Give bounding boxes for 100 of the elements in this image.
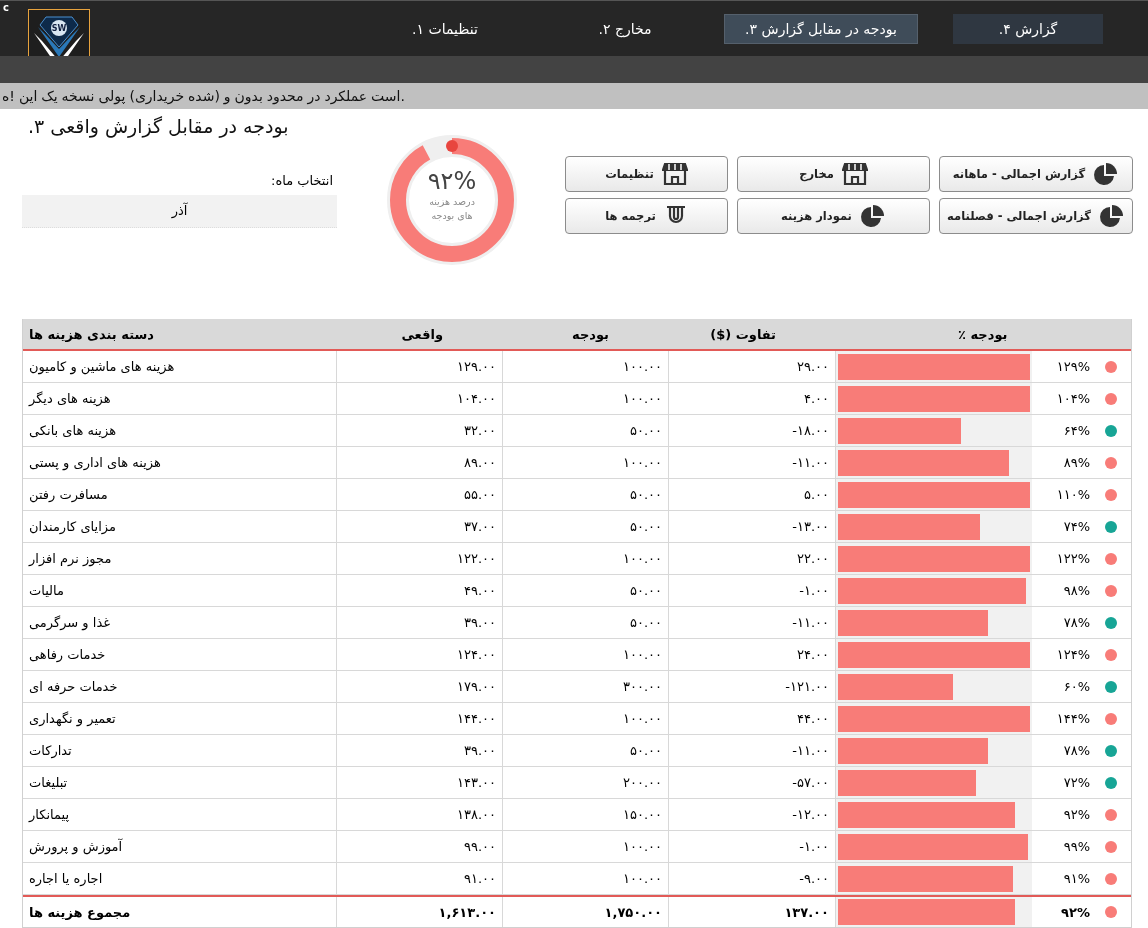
nav-button[interactable]: گزارش اجمالی - فصلنامه (939, 197, 1133, 234)
nav-button[interactable]: مخارج (737, 155, 930, 192)
actual-cell: ۸۹.۰۰ (463, 455, 496, 470)
column-header: واقعی (401, 326, 444, 342)
store-icon (661, 161, 688, 186)
percent-cell: ۱۲۹% (1056, 359, 1090, 374)
percent-cell: ۹۹% (1063, 839, 1090, 854)
actual-cell: ۱۳۸.۰۰ (456, 807, 496, 822)
category-cell: هزینه های اداری و پستی (29, 455, 161, 470)
pie-chart-icon (859, 203, 886, 228)
budget-cell: ۱۵۰.۰۰ (622, 807, 662, 822)
budget-cell: ۵۰.۰۰ (629, 615, 662, 630)
column-header: دسته بندی هزینه ها (28, 326, 154, 342)
nav-tab[interactable]: مخارج ۲. (560, 13, 690, 44)
category-cell: هزینه های ماشین و کامیون (29, 359, 175, 374)
gauge-caption: درصد هزینه (429, 194, 475, 209)
category-cell: مجموع هزینه ها (29, 904, 131, 920)
budget-cell: ۵۰.۰۰ (629, 519, 662, 534)
store-icon (841, 161, 868, 186)
category-cell: مالیات (29, 583, 64, 598)
actual-cell: ۱۲۲.۰۰ (456, 551, 496, 566)
variance-cell: -۱.۰۰ (799, 839, 829, 854)
variance-cell: -۹.۰۰ (799, 871, 829, 886)
nav-button[interactable]: ترجمه ها (565, 197, 728, 234)
pie-chart-icon (1093, 161, 1120, 186)
category-cell: خدمات حرفه ای (29, 679, 118, 694)
category-cell: مسافرت رفتن (29, 487, 108, 502)
actual-cell: ۱۴۳.۰۰ (456, 775, 496, 790)
actual-cell: ۴۹.۰۰ (463, 583, 496, 598)
percent-cell: ۱۴۴% (1056, 711, 1090, 726)
pie-chart-icon (1098, 203, 1125, 228)
budget-cell: ۵۰.۰۰ (629, 487, 662, 502)
nav-button[interactable]: تنظیمات (565, 155, 728, 192)
variance-cell: ۵.۰۰ (803, 487, 829, 502)
license-banner-text: ه! این یک نسخه پولی (خریداری شده) و بدون محدود در عملکرد است. (1, 88, 405, 105)
nav-button[interactable]: گزارش اجمالی - ماهانه (939, 155, 1133, 192)
percent-cell: ۶۴% (1063, 423, 1090, 438)
actual-cell: ۳۹.۰۰ (463, 743, 496, 758)
actual-cell: ۹۱.۰۰ (463, 871, 496, 886)
variance-cell: ۲۹.۰۰ (796, 359, 829, 374)
budget-cell: ۵۰.۰۰ (629, 583, 662, 598)
actual-cell: ۱۰۴.۰۰ (456, 391, 496, 406)
percent-cell: ۷۸% (1063, 615, 1090, 630)
budget-cell: ۵۰.۰۰ (629, 743, 662, 758)
budget-cell: ۳۰۰.۰۰ (622, 679, 662, 694)
budget-cell: ۱۰۰.۰۰ (622, 871, 662, 886)
actual-cell: ۱۲۹.۰۰ (456, 359, 496, 374)
budget-cell: ۱۰۰.۰۰ (622, 711, 662, 726)
actual-cell: ۹۹.۰۰ (463, 839, 496, 854)
actual-cell: ۱۴۴.۰۰ (456, 711, 496, 726)
corner-mark: c (3, 2, 9, 13)
percent-cell: ۷۲% (1063, 775, 1090, 790)
percent-cell: ۱۲۲% (1056, 551, 1090, 566)
nav-tab[interactable]: گزارش ۴. (953, 13, 1103, 44)
variance-cell: ۴۴.۰۰ (796, 711, 829, 726)
variance-cell: -۵۷.۰۰ (792, 775, 829, 790)
actual-cell: ۳۲.۰۰ (463, 423, 496, 438)
percent-cell: ۸۹% (1063, 455, 1090, 470)
month-label: انتخاب ماه: (271, 172, 333, 188)
actual-cell: ۱۷۹.۰۰ (456, 679, 496, 694)
actual-cell: ۱,۶۱۳.۰۰ (438, 904, 496, 920)
category-cell: پیمانکار (29, 807, 70, 822)
actual-cell: ۳۹.۰۰ (463, 615, 496, 630)
percent-cell: ۹۲% (1061, 904, 1090, 920)
variance-cell: ۴.۰۰ (803, 391, 829, 406)
variance-cell: -۱۲.۰۰ (792, 807, 829, 822)
budget-cell: ۱۰۰.۰۰ (622, 359, 662, 374)
variance-cell: ۲۴.۰۰ (796, 647, 829, 662)
budget-cell: ۱۰۰.۰۰ (622, 455, 662, 470)
budget-cell: ۱۰۰.۰۰ (622, 647, 662, 662)
category-cell: تبلیغات (29, 775, 68, 790)
month-select[interactable]: آذر (22, 194, 337, 228)
budget-cell: ۱۰۰.۰۰ (622, 551, 662, 566)
category-cell: تعمیر و نگهداری (29, 711, 116, 726)
page-title: بودجه در مقابل گزارش واقعی ۳. (28, 114, 289, 137)
nav-tab[interactable]: بودجه در مقابل گزارش ۳. (724, 13, 918, 44)
column-header: بودجه ٪ (957, 326, 1009, 342)
percent-cell: ۱۱۰% (1056, 487, 1090, 502)
nav-tab[interactable]: تنظیمات ۱. (380, 13, 510, 44)
variance-cell: -۱۱.۰۰ (792, 455, 829, 470)
variance-cell: ۲۲.۰۰ (796, 551, 829, 566)
percent-cell: ۱۲۴% (1056, 647, 1090, 662)
gauge-marker (446, 139, 458, 152)
percent-cell: ۷۸% (1063, 743, 1090, 758)
category-cell: تدارکات (29, 743, 72, 758)
percent-cell: ۶۰% (1063, 679, 1090, 694)
nav-button[interactable]: نمودار هزینه (737, 197, 930, 234)
variance-cell: -۱۱.۰۰ (792, 615, 829, 630)
category-cell: غذا و سرگرمی (29, 615, 110, 630)
percent-cell: ۷۴% (1063, 519, 1090, 534)
budget-cell: ۵۰.۰۰ (629, 423, 662, 438)
budget-cell: ۱,۷۵۰.۰۰ (604, 904, 662, 920)
category-cell: هزینه های دیگر (29, 391, 111, 406)
variance-cell: -۱۸.۰۰ (792, 423, 829, 438)
category-cell: خدمات رفاهی (29, 647, 106, 662)
gauge-caption: های بودجه (431, 208, 473, 223)
actual-cell: ۳۷.۰۰ (463, 519, 496, 534)
budget-cell: ۲۰۰.۰۰ (622, 775, 662, 790)
column-header: تفاوت ($) (710, 326, 777, 342)
actual-cell: ۱۲۴.۰۰ (456, 647, 496, 662)
